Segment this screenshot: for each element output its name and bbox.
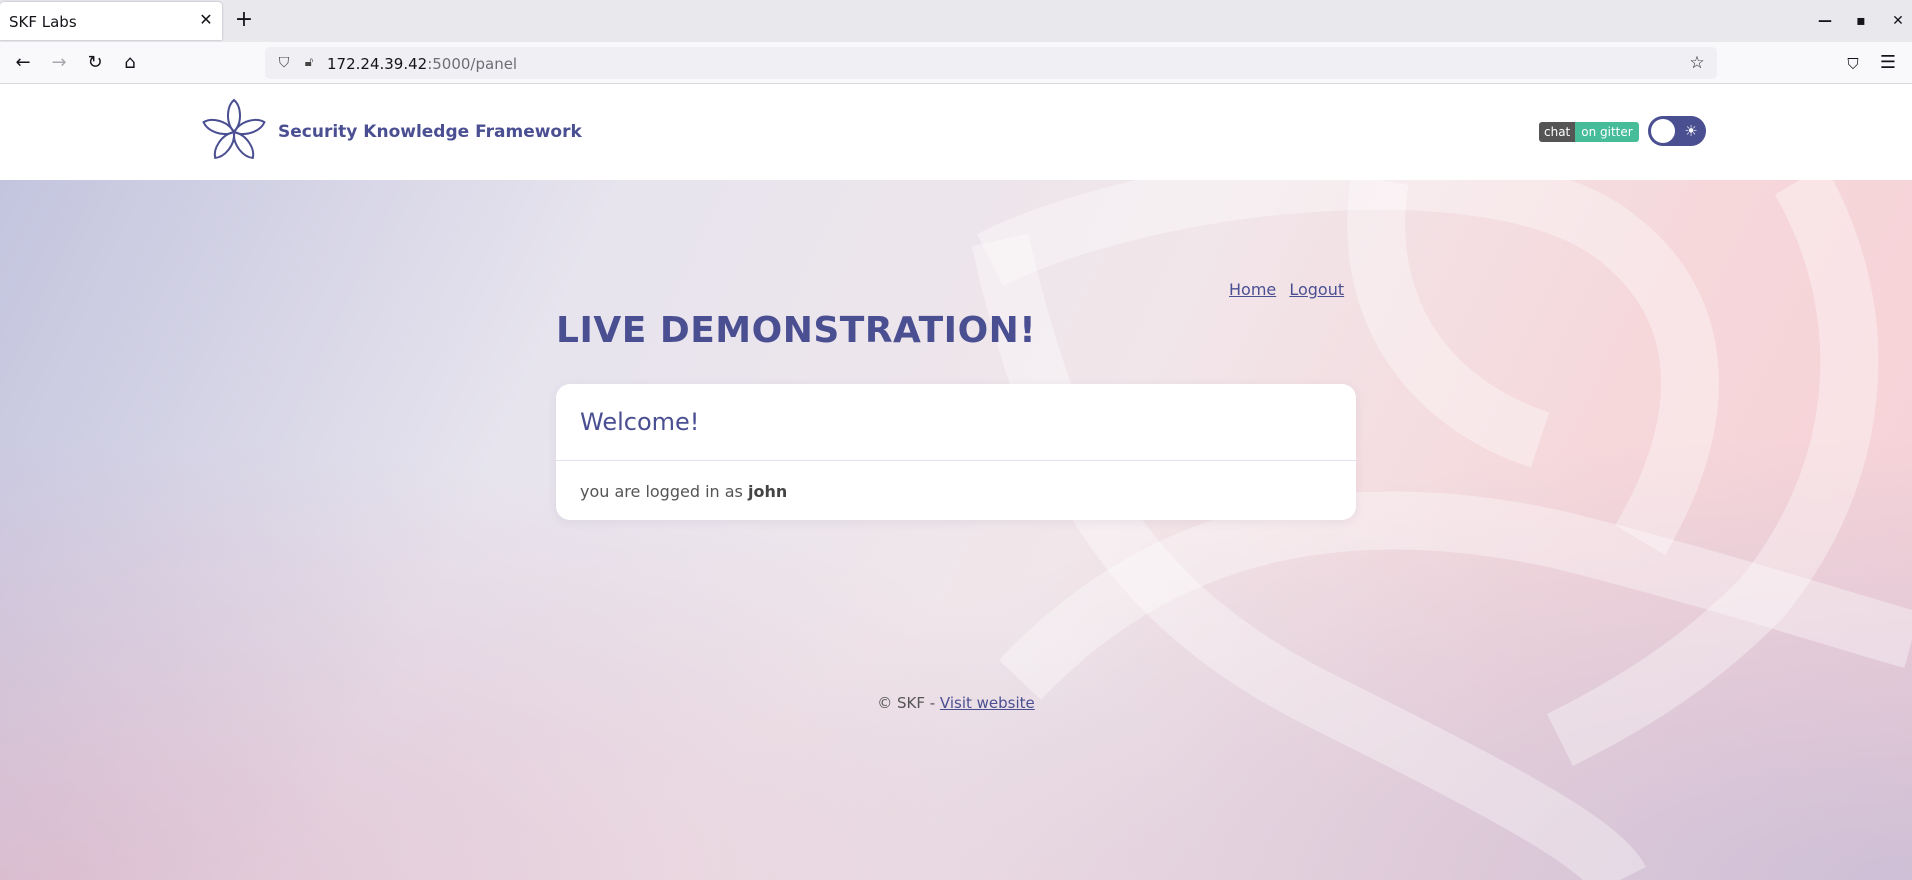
reload-icon[interactable]: ↻	[82, 50, 108, 76]
shield-icon[interactable]: ⛉	[275, 54, 293, 72]
back-icon[interactable]: ←	[10, 50, 36, 76]
toggle-knob	[1651, 119, 1675, 143]
home-link[interactable]: Home	[1229, 280, 1276, 299]
maximize-icon[interactable]: ▪	[1851, 11, 1871, 31]
top-links: Home Logout	[1229, 280, 1344, 299]
sun-icon: ☀	[1684, 122, 1698, 140]
address-bar[interactable]: ⛉ 🔓︎ 172.24.39.42:5000/panel ☆	[265, 47, 1717, 79]
brand-title[interactable]: Security Knowledge Framework	[278, 122, 582, 142]
card-title: Welcome!	[580, 408, 700, 436]
main-content: Home Logout LIVE DEMONSTRATION! Welcome!…	[0, 180, 1912, 880]
gitter-badge-right: on gitter	[1575, 122, 1639, 142]
browser-navbar: ← → ↻ ⌂ ⛉ 🔓︎ 172.24.39.42:5000/panel ☆ ⛉…	[0, 42, 1912, 84]
close-tab-icon[interactable]: ✕	[196, 10, 216, 30]
browser-tab[interactable]: SKF Labs ✕	[0, 2, 222, 40]
url-host: 172.24.39.42	[327, 55, 428, 73]
hamburger-menu-icon[interactable]: ☰	[1875, 50, 1901, 76]
home-icon[interactable]: ⌂	[117, 50, 143, 76]
bookmark-star-icon[interactable]: ☆	[1687, 53, 1707, 73]
gitter-badge[interactable]: chat on gitter	[1539, 122, 1639, 142]
login-status: you are logged in as john	[580, 482, 787, 501]
footer: © SKF - Visit website	[0, 694, 1912, 712]
close-window-icon[interactable]: ✕	[1888, 11, 1908, 31]
url-path: :5000/panel	[427, 55, 518, 73]
url-text[interactable]: 172.24.39.42:5000/panel	[327, 55, 517, 73]
username: john	[747, 482, 788, 501]
footer-copyright: © SKF -	[877, 694, 940, 712]
welcome-card: Welcome! you are logged in as john	[556, 384, 1356, 520]
new-tab-icon[interactable]: +	[233, 8, 255, 32]
minimize-icon[interactable]: —	[1815, 11, 1835, 31]
page-headline: LIVE DEMONSTRATION!	[556, 310, 1037, 351]
tab-title: SKF Labs	[9, 13, 77, 31]
browser-tabbar: SKF Labs ✕ + — ▪ ✕	[0, 0, 1912, 42]
card-divider	[556, 460, 1356, 461]
forward-icon[interactable]: →	[46, 50, 72, 76]
hero-section: Home Logout LIVE DEMONSTRATION! Welcome!…	[0, 180, 1912, 880]
logout-link[interactable]: Logout	[1289, 280, 1344, 299]
web-page: Security Knowledge Framework chat on git…	[0, 84, 1912, 880]
skf-logo-icon[interactable]	[202, 98, 266, 164]
site-header: Security Knowledge Framework chat on git…	[0, 84, 1912, 180]
gitter-badge-left: chat	[1539, 122, 1576, 142]
theme-toggle[interactable]: ☀	[1648, 116, 1706, 146]
insecure-lock-icon[interactable]: 🔓︎	[300, 54, 318, 72]
visit-website-link[interactable]: Visit website	[940, 694, 1035, 712]
login-status-prefix: you are logged in as	[580, 482, 743, 501]
pocket-icon[interactable]: ⛉	[1840, 51, 1866, 77]
